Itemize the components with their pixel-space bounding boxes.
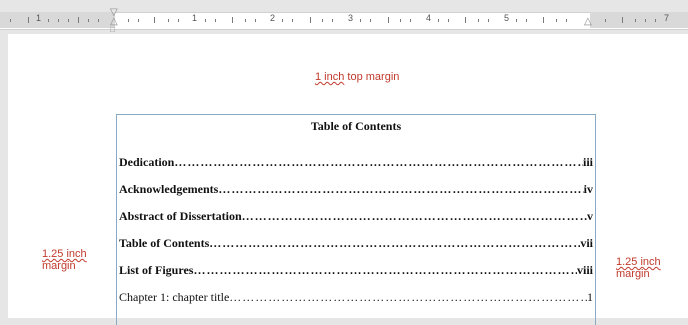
ruler-tick xyxy=(566,19,567,22)
right-margin-note: 1.25 inch margin xyxy=(616,256,661,280)
ruler-tick xyxy=(138,19,139,22)
toc-leader-dots xyxy=(242,209,587,224)
toc-entry-label: Chapter 1: chapter title xyxy=(119,290,230,304)
top-margin-note-underlined: 1 inch xyxy=(315,71,345,83)
ruler-tick xyxy=(68,19,69,22)
ruler-tick xyxy=(465,17,466,23)
left-margin-note-text: margin xyxy=(42,260,76,272)
ruler-tick xyxy=(655,19,656,22)
toc-entry[interactable]: Dedication iii xyxy=(119,155,593,170)
ruler-tick xyxy=(58,19,59,22)
right-margin-note-underlined: 1.25 inch xyxy=(616,256,661,268)
ruler-tick xyxy=(168,19,169,22)
ruler-tick xyxy=(78,17,79,23)
toc-entry-page: v xyxy=(587,209,593,223)
ruler-number: 5 xyxy=(504,13,510,23)
top-margin-note: 1 inch top margin xyxy=(315,71,399,83)
ruler-tick xyxy=(526,19,527,22)
text-area-margin-guide: Table of Contents Dedication iii Acknowl… xyxy=(116,114,596,325)
ruler-tick xyxy=(543,17,544,23)
toc-entry-page: iv xyxy=(583,182,593,196)
ruler-tick xyxy=(205,19,206,22)
horizontal-ruler[interactable]: 1 1 2 3 4 5 7 ▽ △ □ △ xyxy=(0,0,688,34)
right-indent-marker[interactable]: △ xyxy=(584,17,592,27)
toc-entry-label: Dedication xyxy=(119,155,175,169)
toc-leader-dots xyxy=(229,290,587,305)
toc-leader-dots xyxy=(218,182,583,197)
ruler-number: 1 xyxy=(192,13,198,23)
ruler-tick xyxy=(478,19,479,22)
toc-leader-dots xyxy=(209,236,580,251)
document-page[interactable]: 1 inch top margin 1.25 inch margin 1.25 … xyxy=(8,34,688,325)
ruler-tick xyxy=(28,17,29,23)
left-margin-note-underlined: 1.25 inch xyxy=(42,248,87,260)
ruler-tick xyxy=(645,19,646,22)
ruler-tick xyxy=(556,19,557,22)
right-margin-note-text: margin xyxy=(616,268,650,280)
ruler-tick xyxy=(255,19,256,22)
ruler-tick xyxy=(282,19,283,22)
toc-entry-page: 1 xyxy=(587,290,593,304)
ruler-number: 3 xyxy=(348,13,354,23)
ruler-tick xyxy=(635,19,636,22)
ruler-tick xyxy=(128,19,129,22)
ruler-tick xyxy=(516,19,517,22)
ruler-tick xyxy=(400,19,401,22)
toc-entry-page: vii xyxy=(580,236,593,250)
ruler-tick xyxy=(488,19,489,22)
ruler-tick xyxy=(410,19,411,22)
toc-entry[interactable]: List of Figures viii xyxy=(119,263,593,278)
ruler-tick xyxy=(310,17,311,23)
toc-entry[interactable]: Acknowledgements iv xyxy=(119,182,593,197)
ruler-tick xyxy=(178,19,179,22)
ruler-tick xyxy=(215,19,216,22)
ruler-number: 7 xyxy=(664,13,670,23)
ruler-tick xyxy=(388,17,389,23)
ruler-tick xyxy=(98,19,99,22)
ruler-number: 4 xyxy=(426,13,432,23)
ruler-tick xyxy=(10,19,11,22)
ruler-tick xyxy=(292,19,293,22)
toc-entry[interactable]: Chapter 1: chapter title 1 xyxy=(119,290,593,305)
ruler-tick xyxy=(438,19,439,22)
toc-leader-dots xyxy=(193,263,577,278)
toc-entry-label: Abstract of Dissertation xyxy=(119,209,242,223)
ruler-tick xyxy=(232,17,233,23)
ruler-tick xyxy=(448,19,449,22)
toc-leader-dots xyxy=(174,155,583,170)
ruler-number: 2 xyxy=(270,13,276,23)
toc-entry-label: List of Figures xyxy=(119,263,194,277)
ruler-tick xyxy=(48,19,49,22)
toc-entry[interactable]: Abstract of Dissertation v xyxy=(119,209,593,224)
toc-title: Table of Contents xyxy=(310,119,402,133)
top-margin-note-text: top margin xyxy=(344,71,400,83)
ruler-number: 1 xyxy=(36,13,42,23)
ruler-tick xyxy=(605,19,606,22)
ruler-tick xyxy=(370,19,371,22)
ruler-tick xyxy=(622,17,623,23)
toc-entry-label: Table of Contents xyxy=(119,236,210,250)
ruler-tick xyxy=(322,19,323,22)
toc-entry-page: viii xyxy=(576,263,593,277)
left-margin-note: 1.25 inch margin xyxy=(42,248,87,272)
ruler-tick xyxy=(360,19,361,22)
ruler-tick xyxy=(154,17,155,23)
toc-entry[interactable]: Table of Contents vii xyxy=(119,236,593,251)
ruler-tick xyxy=(88,19,89,22)
toc-entry-label: Acknowledgements xyxy=(119,182,219,196)
toc-entry-page: iii xyxy=(582,155,593,169)
ruler-tick xyxy=(332,19,333,22)
ruler-tick xyxy=(245,19,246,22)
